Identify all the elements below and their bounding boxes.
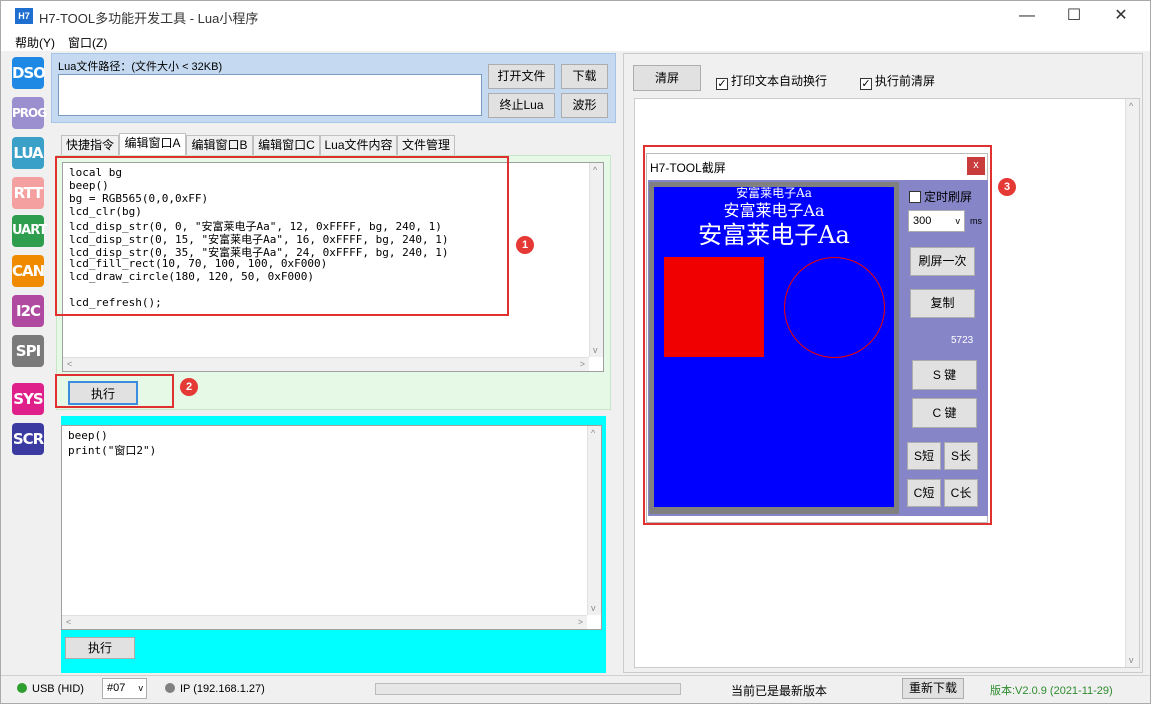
ip-status: IP (192.168.1.27): [165, 683, 265, 695]
app-window: H7 H7-TOOL多功能开发工具 - Lua小程序 — ☐ ✕ 帮助(Y) 窗…: [0, 0, 1151, 704]
scroll-right-icon[interactable]: >: [580, 359, 585, 369]
scroll-down-icon[interactable]: v: [593, 345, 598, 355]
lua-path-input[interactable]: [58, 74, 482, 116]
maximize-button[interactable]: ☐: [1051, 1, 1097, 31]
editor-2-hscrollbar[interactable]: < >: [62, 615, 587, 629]
editor-a-hscrollbar[interactable]: < >: [63, 357, 589, 371]
tab-lua-file-content[interactable]: Lua文件内容: [320, 135, 397, 155]
stop-lua-button[interactable]: 终止Lua: [488, 93, 555, 118]
window-title: H7-TOOL多功能开发工具 - Lua小程序: [39, 11, 259, 26]
scroll-up-icon[interactable]: ^: [591, 428, 595, 438]
tool-sys[interactable]: SYS: [12, 383, 44, 415]
tool-i2c[interactable]: I2C: [12, 295, 44, 327]
annotation-badge-3: 3: [998, 178, 1016, 196]
tab-file-manager[interactable]: 文件管理: [397, 135, 455, 155]
lua-editor-pane: Lua文件路径：(文件大小 < 32KB) 打开文件 下载 终止Lua 波形 快…: [51, 53, 616, 673]
annotation-box-3: [643, 145, 992, 525]
wave-button[interactable]: 波形: [561, 93, 608, 118]
ip-status-dot-icon: [165, 683, 175, 693]
open-file-button[interactable]: 打开文件: [488, 64, 555, 89]
title-bar: H7 H7-TOOL多功能开发工具 - Lua小程序 — ☐ ✕: [1, 1, 1150, 31]
annotation-badge-1: 1: [516, 236, 534, 254]
clear-before-run-checkbox[interactable]: ✓ 执行前清屏: [860, 72, 935, 90]
tool-scr[interactable]: SCR: [12, 423, 44, 455]
scroll-left-icon[interactable]: <: [66, 617, 71, 627]
annotation-box-1: [55, 156, 509, 316]
app-icon: H7: [15, 8, 33, 24]
tab-editor-a[interactable]: 编辑窗口A: [119, 133, 186, 155]
scroll-up-icon[interactable]: ^: [593, 165, 597, 175]
tab-editor-c[interactable]: 编辑窗口C: [253, 135, 320, 155]
menu-help[interactable]: 帮助(Y): [15, 34, 55, 51]
editor-2-textarea[interactable]: beep() print("窗口2") ^ v < >: [61, 425, 602, 630]
version-label: 版本:V2.0.9 (2021-11-29): [990, 685, 1113, 697]
ip-status-label: IP (192.168.1.27): [180, 683, 265, 695]
redownload-button[interactable]: 重新下载: [902, 678, 964, 699]
download-button[interactable]: 下载: [561, 64, 608, 89]
editor-2-panel: beep() print("窗口2") ^ v < > 执行: [61, 416, 606, 673]
tab-quick-commands[interactable]: 快捷指令: [61, 135, 119, 155]
scroll-down-icon[interactable]: v: [591, 603, 596, 613]
tab-editor-b[interactable]: 编辑窗口B: [186, 135, 253, 155]
clear-screen-button[interactable]: 清屏: [633, 65, 701, 91]
run-editor-2-button[interactable]: 执行: [65, 637, 135, 659]
menu-bar: 帮助(Y) 窗口(Z): [1, 31, 1150, 51]
editor-a-vscrollbar[interactable]: ^ v: [589, 163, 603, 357]
close-button[interactable]: ✕: [1098, 1, 1144, 31]
scroll-left-icon[interactable]: <: [67, 359, 72, 369]
tool-lua[interactable]: LUA: [12, 137, 44, 169]
auto-wrap-label: 打印文本自动换行: [731, 74, 828, 88]
scroll-up-icon[interactable]: ^: [1129, 101, 1133, 111]
port-value: #07: [107, 682, 126, 694]
auto-wrap-checkbox[interactable]: ✓ 打印文本自动换行: [716, 72, 827, 90]
tool-dso[interactable]: DSO: [12, 57, 46, 89]
code-line: print("窗口2"): [68, 444, 157, 457]
download-progress-bar: [375, 683, 681, 695]
usb-status-dot-icon: [17, 683, 27, 693]
editor-2-vscrollbar[interactable]: ^ v: [587, 426, 601, 615]
clear-before-run-label: 执行前清屏: [875, 74, 936, 88]
output-vscrollbar[interactable]: ^ v: [1125, 99, 1139, 667]
update-message: 当前已是最新版本: [731, 684, 828, 698]
tool-sidebar: DSO PROG LUA RTT UART CAN I2C SPI SYS SC…: [7, 53, 51, 673]
annotation-box-2: [55, 374, 174, 408]
lua-path-panel: Lua文件路径：(文件大小 < 32KB) 打开文件 下载 终止Lua 波形: [51, 53, 616, 123]
chevron-down-icon: v: [138, 683, 144, 693]
usb-status: USB (HID): [17, 683, 84, 695]
tool-uart[interactable]: UART: [12, 215, 48, 247]
auto-wrap-check-icon: ✓: [716, 78, 728, 90]
tool-rtt[interactable]: RTT: [12, 177, 44, 209]
usb-status-label: USB (HID): [32, 683, 84, 695]
scroll-down-icon[interactable]: v: [1129, 655, 1134, 665]
tool-spi[interactable]: SPI: [12, 335, 44, 367]
lua-path-label: Lua文件路径：(文件大小 < 32KB): [58, 61, 223, 73]
code-line: beep(): [68, 429, 108, 442]
menu-window[interactable]: 窗口(Z): [68, 34, 107, 51]
tool-prog[interactable]: PROG: [12, 97, 47, 129]
annotation-badge-2: 2: [180, 378, 198, 396]
minimize-button[interactable]: —: [1004, 1, 1050, 31]
scroll-right-icon[interactable]: >: [578, 617, 583, 627]
clear-before-run-check-icon: ✓: [860, 78, 872, 90]
tool-can[interactable]: CAN: [12, 255, 45, 287]
status-bar: USB (HID) #07 v IP (192.168.1.27) 当前已是最新…: [1, 675, 1150, 703]
port-select[interactable]: #07 v: [102, 678, 147, 699]
